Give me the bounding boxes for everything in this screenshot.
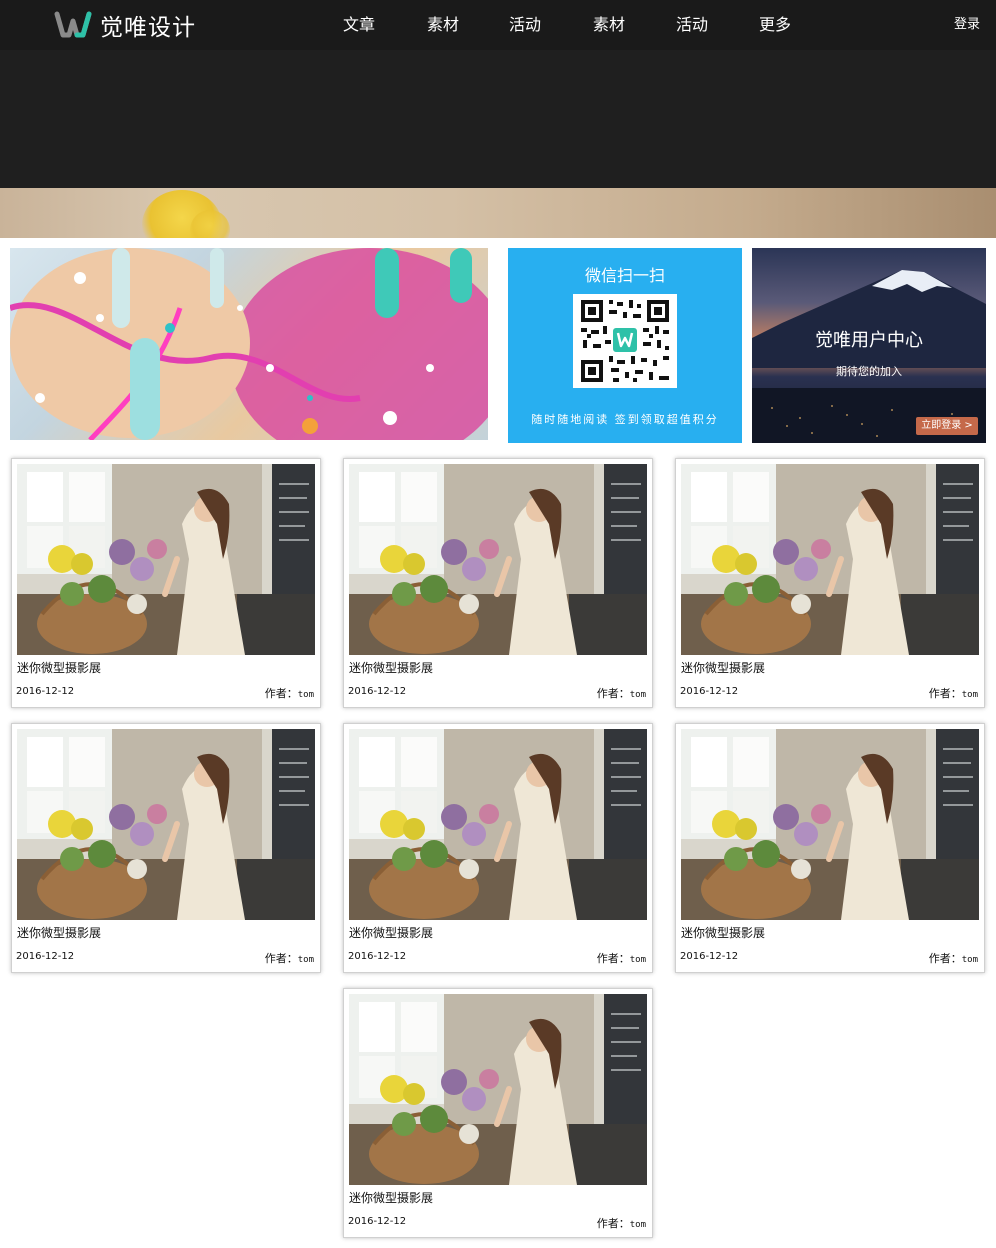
card-date: 2016-12-12 <box>680 951 739 962</box>
card-photo[interactable] <box>349 464 647 655</box>
article-card[interactable]: 迷你微型摄影展 2016-12-12 作者：tom <box>343 723 653 973</box>
card-author: 作者：tom <box>929 950 978 966</box>
qr-caption: 随时随地阅读 签到领取超值积分 <box>531 413 719 426</box>
card-author-label: 作者： <box>596 952 630 965</box>
hero-image-strip <box>0 188 996 238</box>
card-date: 2016-12-12 <box>348 951 407 962</box>
wechat-qr-panel: 微信扫一扫 随时随地阅读 签到领取超值积分 <box>508 248 742 443</box>
card-photo[interactable] <box>349 994 647 1185</box>
card-title[interactable]: 迷你微型摄影展 <box>17 924 101 941</box>
photo-thumbnail <box>349 994 647 1185</box>
card-author-label: 作者： <box>596 687 630 700</box>
photo-thumbnail <box>681 729 979 920</box>
article-card[interactable]: 迷你微型摄影展 2016-12-12 作者：tom <box>343 458 653 708</box>
card-author-label: 作者： <box>596 1217 630 1230</box>
card-author-name: tom <box>629 690 646 700</box>
article-card[interactable]: 迷你微型摄影展 2016-12-12 作者：tom <box>343 988 653 1238</box>
user-center-title: 觉唯用户中心 <box>815 330 923 351</box>
logo[interactable]: 觉唯设计 <box>54 10 196 41</box>
article-card[interactable]: 迷你微型摄影展 2016-12-12 作者：tom <box>675 458 985 708</box>
card-photo[interactable] <box>681 464 979 655</box>
card-author-label: 作者： <box>928 687 962 700</box>
card-author-name: tom <box>629 1220 646 1230</box>
card-date: 2016-12-12 <box>680 686 739 697</box>
card-date: 2016-12-12 <box>348 686 407 697</box>
card-author-name: tom <box>629 955 646 965</box>
photo-thumbnail <box>17 729 315 920</box>
login-now-button[interactable]: 立即登录 > <box>916 417 978 435</box>
card-author: 作者：tom <box>265 950 314 966</box>
card-photo[interactable] <box>17 729 315 920</box>
card-title[interactable]: 迷你微型摄影展 <box>349 924 433 941</box>
hero-banner <box>0 50 996 188</box>
user-center-subtitle: 期待您的加入 <box>836 365 902 378</box>
article-card[interactable]: 迷你微型摄影展 2016-12-12 作者：tom <box>11 723 321 973</box>
logo-icon <box>54 11 92 38</box>
nav-item-materials[interactable]: 素材 <box>427 0 459 50</box>
card-author-name: tom <box>961 955 978 965</box>
card-title[interactable]: 迷你微型摄影展 <box>681 659 765 676</box>
card-title[interactable]: 迷你微型摄影展 <box>681 924 765 941</box>
photo-thumbnail <box>681 464 979 655</box>
card-author-name: tom <box>297 690 314 700</box>
photo-thumbnail <box>349 464 647 655</box>
card-author: 作者：tom <box>597 685 646 701</box>
card-date: 2016-12-12 <box>16 951 75 962</box>
card-author: 作者：tom <box>265 685 314 701</box>
nav-item-materials-2[interactable]: 素材 <box>593 0 625 50</box>
card-author: 作者：tom <box>929 685 978 701</box>
article-card[interactable]: 迷你微型摄影展 2016-12-12 作者：tom <box>675 723 985 973</box>
card-photo[interactable] <box>17 464 315 655</box>
photo-thumbnail <box>17 464 315 655</box>
card-photo[interactable] <box>681 729 979 920</box>
card-author-label: 作者： <box>264 952 298 965</box>
card-author-label: 作者： <box>928 952 962 965</box>
top-nav: 觉唯设计 文章 素材 活动 素材 活动 更多 登录 <box>0 0 996 50</box>
card-title[interactable]: 迷你微型摄影展 <box>349 659 433 676</box>
card-date: 2016-12-12 <box>348 1216 407 1227</box>
nav-item-events[interactable]: 活动 <box>509 0 541 50</box>
nav-item-more[interactable]: 更多 <box>759 0 791 50</box>
paint-splash-face-image <box>10 248 488 440</box>
featured-banner-image[interactable] <box>10 248 488 440</box>
qr-code-icon <box>573 294 677 388</box>
card-date: 2016-12-12 <box>16 686 75 697</box>
nav-item-events-2[interactable]: 活动 <box>676 0 708 50</box>
card-author: 作者：tom <box>597 1215 646 1231</box>
card-photo[interactable] <box>349 729 647 920</box>
nav-item-articles[interactable]: 文章 <box>343 0 375 50</box>
card-title[interactable]: 迷你微型摄影展 <box>349 1189 433 1206</box>
photo-thumbnail <box>349 729 647 920</box>
card-author-label: 作者： <box>264 687 298 700</box>
qr-title: 微信扫一扫 <box>584 266 665 285</box>
card-title[interactable]: 迷你微型摄影展 <box>17 659 101 676</box>
brand-name: 觉唯设计 <box>100 15 196 41</box>
user-center-panel: 觉唯用户中心 期待您的加入 立即登录 > <box>752 248 986 443</box>
login-link[interactable]: 登录 <box>954 0 980 50</box>
card-author: 作者：tom <box>597 950 646 966</box>
card-author-name: tom <box>961 690 978 700</box>
card-author-name: tom <box>297 955 314 965</box>
article-card[interactable]: 迷你微型摄影展 2016-12-12 作者：tom <box>11 458 321 708</box>
